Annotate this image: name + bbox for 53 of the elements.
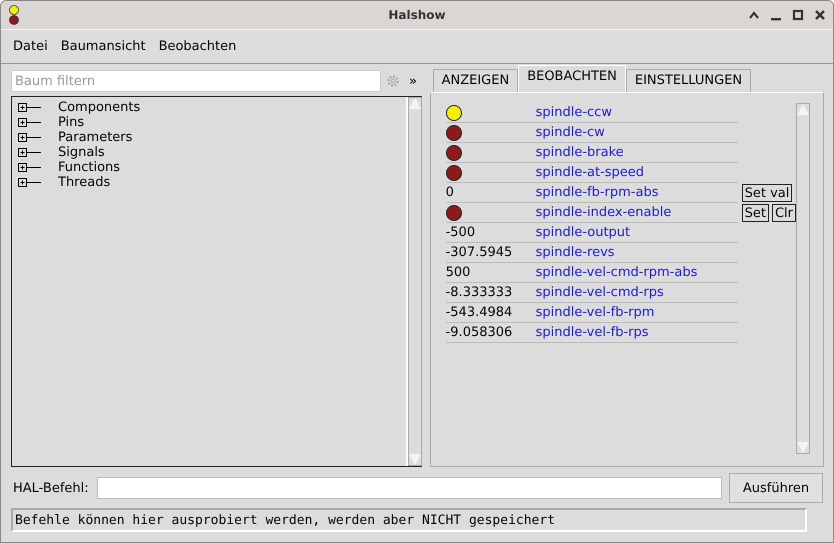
expand-button[interactable]: » <box>409 74 417 88</box>
expand-icon[interactable] <box>17 161 43 174</box>
expand-icon[interactable] <box>17 146 43 159</box>
value-text: -8.333333 <box>446 285 512 300</box>
pin-name: spindle-brake <box>536 145 624 160</box>
value-text: 0 <box>446 185 454 200</box>
pin-name: spindle-revs <box>536 245 615 260</box>
expand-icon[interactable] <box>17 101 43 114</box>
scrollbar[interactable] <box>796 103 810 454</box>
pin-name: spindle-index-enable <box>536 205 672 220</box>
tab[interactable]: ANZEIGEN <box>432 69 518 92</box>
pin-name: spindle-vel-cmd-rpm-abs <box>536 265 698 280</box>
expand-icon[interactable] <box>17 176 43 189</box>
pin-name: spindle-ccw <box>536 105 612 120</box>
pin-name: spindle-vel-fb-rps <box>536 325 649 340</box>
tree-item[interactable]: Functions <box>58 160 120 175</box>
value-text: -543.4984 <box>446 305 512 320</box>
tree-item[interactable]: Pins <box>58 115 84 130</box>
app-icon <box>8 5 20 25</box>
pin-name: spindle-at-speed <box>536 165 644 180</box>
set-button[interactable]: Set <box>742 204 769 222</box>
command-field[interactable] <box>96 477 722 499</box>
close-icon[interactable] <box>814 9 826 21</box>
menu-item[interactable]: Beobachten <box>158 39 236 54</box>
set-button[interactable]: Set val <box>742 184 792 202</box>
tree-item[interactable]: Signals <box>58 145 105 160</box>
pin-name: spindle-output <box>536 225 630 240</box>
scrollbar[interactable] <box>408 97 422 466</box>
filter-field[interactable]: Baum filtern <box>11 70 381 92</box>
menu-item[interactable]: Datei <box>13 39 48 54</box>
set-button[interactable]: Clr <box>772 204 796 222</box>
collapse-icon[interactable] <box>748 9 760 21</box>
command-label: HAL-Befehl: <box>13 480 89 496</box>
tab[interactable]: BEOBACHTEN <box>518 65 626 92</box>
value-text: -9.058306 <box>446 325 512 340</box>
window-title: Halshow <box>388 8 446 22</box>
run-button[interactable]: Ausführen <box>729 473 823 503</box>
pin-name: spindle-vel-cmd-rps <box>536 285 664 300</box>
tab[interactable]: EINSTELLUNGEN <box>626 69 752 92</box>
pin-name: spindle-fb-rpm-abs <box>536 185 658 200</box>
status-bar: Befehle können hier ausprobiert werden, werden aber NICHT gespeichert <box>11 508 807 532</box>
menu-item[interactable]: Baumansicht <box>60 39 146 54</box>
tree-item[interactable]: Parameters <box>58 130 132 145</box>
value-text: 500 <box>446 265 470 280</box>
expand-icon[interactable] <box>17 131 43 144</box>
maximize-icon[interactable] <box>792 9 804 21</box>
pin-name: spindle-vel-fb-rpm <box>536 305 654 320</box>
value-text: -307.5945 <box>446 245 512 260</box>
value-text: -500 <box>446 225 476 240</box>
tree-item[interactable]: Components <box>58 100 140 115</box>
tree-item[interactable]: Threads <box>58 175 110 190</box>
pin-name: spindle-cw <box>536 125 605 140</box>
expand-icon[interactable] <box>17 116 43 129</box>
